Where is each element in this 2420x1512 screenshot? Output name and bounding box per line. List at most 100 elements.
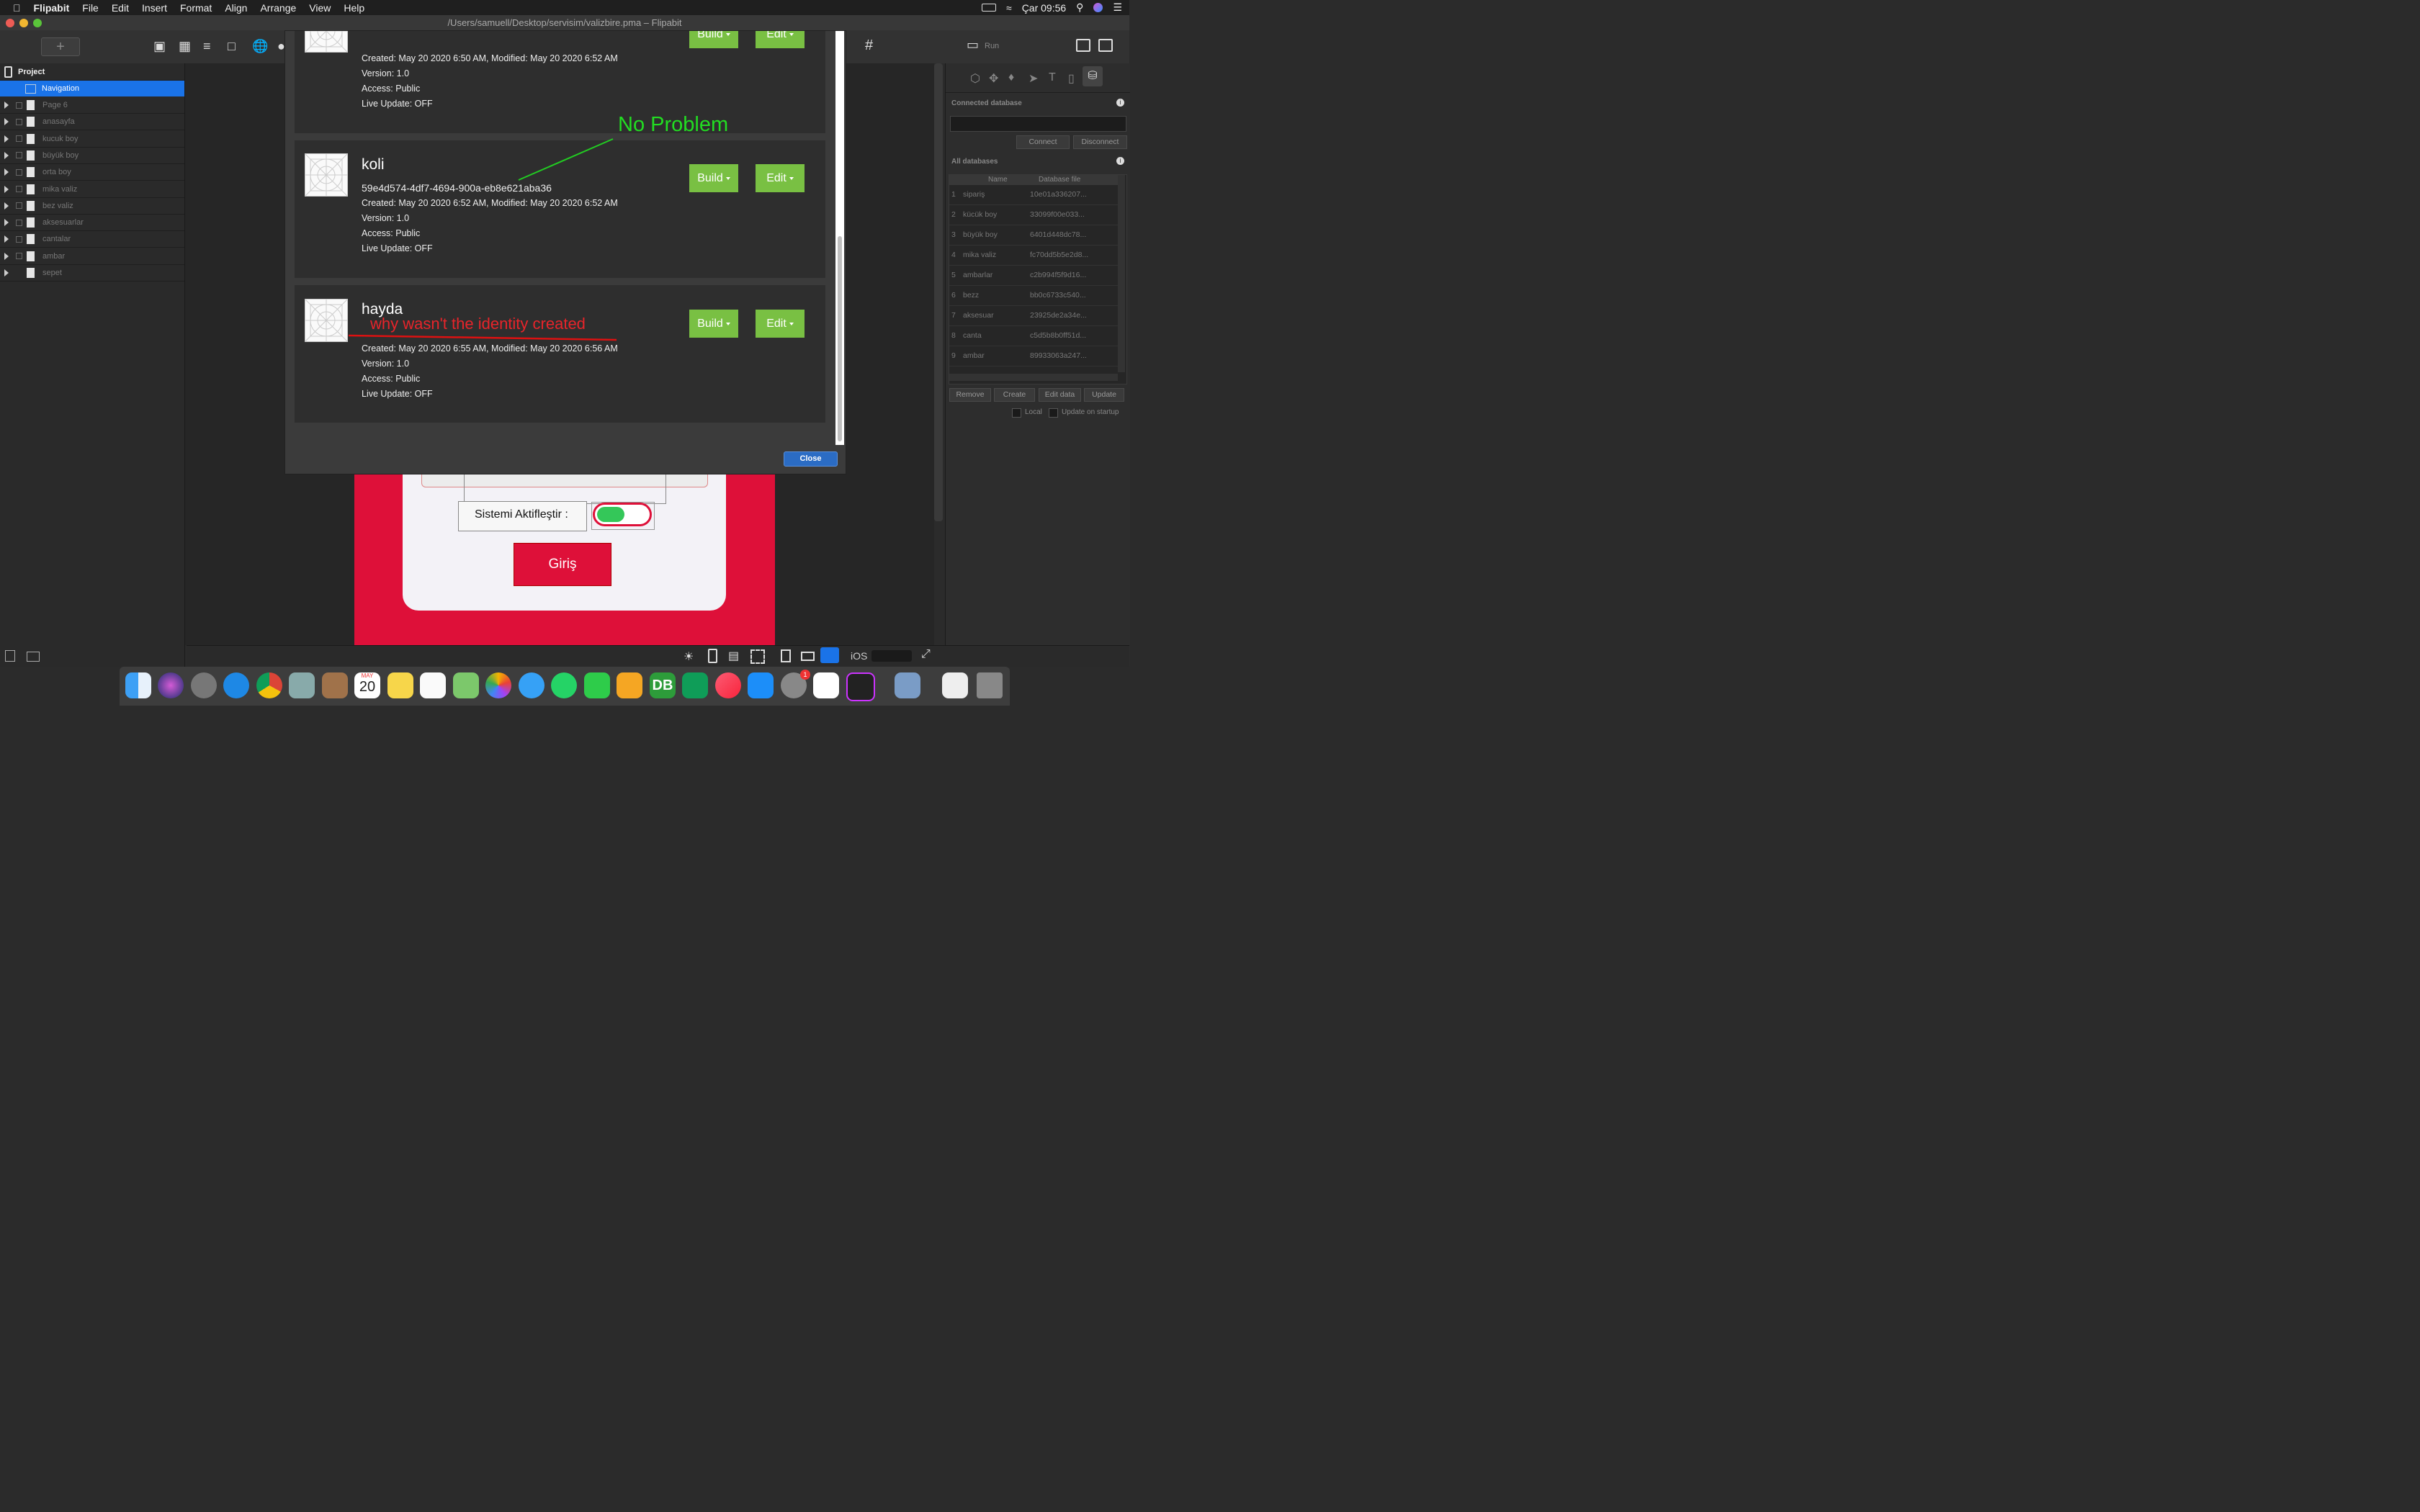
info-icon[interactable]: i: [1116, 99, 1124, 107]
messages-icon[interactable]: [519, 672, 544, 698]
local-checkbox[interactable]: [1012, 408, 1021, 418]
table-row[interactable]: 2 kücük boy 33099f00e033...: [949, 205, 1119, 225]
fill-icon[interactable]: ♦: [1008, 71, 1014, 84]
database-file: c2b994f5f9d16...: [1030, 271, 1087, 279]
platform-label[interactable]: iOS: [851, 650, 867, 662]
remove-button[interactable]: Remove: [949, 388, 991, 402]
info-icon[interactable]: i: [1116, 157, 1124, 165]
row-number: 5: [951, 271, 956, 279]
canvas-vertical-scrollbar[interactable]: [934, 63, 943, 521]
move-icon[interactable]: ✥: [989, 71, 998, 86]
column-database-file[interactable]: Database file: [1039, 176, 1080, 184]
database-file: 23925de2a34e...: [1030, 311, 1087, 320]
calendar-day: 20: [359, 679, 376, 695]
table-row[interactable]: 1 sipariş 10e01a336207...: [949, 185, 1119, 205]
dock: MAY 20 DB 1: [120, 667, 1010, 706]
database-file: bb0c6733c540...: [1030, 291, 1086, 300]
update-on-startup-checkbox[interactable]: [1049, 408, 1058, 418]
brightness-icon[interactable]: ☀: [684, 649, 694, 664]
notification-badge: 1: [800, 670, 810, 680]
edit-data-button[interactable]: Edit data: [1039, 388, 1081, 402]
table-row[interactable]: 5 ambarlar c2b994f5f9d16...: [949, 266, 1119, 286]
phone-icon[interactable]: ▯: [1068, 71, 1075, 86]
phone-preview-icon[interactable]: [708, 649, 717, 663]
table-row[interactable]: 8 canta c5d5b8b0ff51d...: [949, 326, 1119, 346]
pattern-icon[interactable]: ▤: [728, 649, 739, 663]
database-file: 10e01a336207...: [1030, 190, 1087, 199]
trash-icon[interactable]: [977, 672, 1003, 698]
music-icon[interactable]: [715, 672, 741, 698]
connect-button[interactable]: Connect: [1016, 135, 1070, 149]
table-row[interactable]: 9 ambar 89933063a247...: [949, 346, 1119, 366]
table-horizontal-scrollbar[interactable]: [949, 374, 1118, 381]
database-name: aksesuar: [963, 311, 994, 320]
launchpad-icon[interactable]: [191, 672, 217, 698]
app-icon[interactable]: [846, 672, 875, 701]
pointer-icon[interactable]: ➤: [1028, 71, 1038, 86]
downloads-icon[interactable]: [942, 672, 968, 698]
landscape-icon[interactable]: [801, 652, 815, 661]
table-row[interactable]: 6 bezz bb0c6733c540...: [949, 286, 1119, 306]
contacts-icon[interactable]: [322, 672, 348, 698]
table-vertical-scrollbar[interactable]: [1118, 175, 1125, 372]
column-name[interactable]: Name: [988, 176, 1008, 184]
connected-database-label: Connected database: [951, 99, 1022, 107]
databases-table: Name Database file 1 sipariş 10e01a336207.…: [949, 174, 1127, 384]
zoom-slider[interactable]: [871, 650, 912, 662]
database-icon[interactable]: ⛁: [1083, 66, 1103, 86]
annotation-question: why wasn't the identity created: [370, 315, 586, 333]
finder-icon[interactable]: [125, 672, 151, 698]
update-on-startup-label: Update on startup: [1062, 408, 1119, 416]
image-capture-icon[interactable]: [895, 672, 920, 698]
app-store-icon[interactable]: [748, 672, 774, 698]
siri-dock-icon[interactable]: [158, 672, 184, 698]
connected-database-field[interactable]: [950, 116, 1126, 132]
table-row[interactable]: 4 mika valiz fc70dd5b5e2d8...: [949, 246, 1119, 266]
database-name: ambarlar: [963, 271, 993, 279]
update-button[interactable]: Update: [1084, 388, 1124, 402]
firebase-icon[interactable]: [617, 672, 642, 698]
notes-icon[interactable]: [387, 672, 413, 698]
reminders-icon[interactable]: [420, 672, 446, 698]
table-row[interactable]: 3 büyük boy 6401d448dc78...: [949, 225, 1119, 246]
facetime-icon[interactable]: [584, 672, 610, 698]
preview-icon[interactable]: [289, 672, 315, 698]
devices-icon[interactable]: [820, 647, 839, 663]
table-row[interactable]: 7 aksesuar 23925de2a34e...: [949, 306, 1119, 326]
3d-cube-icon[interactable]: ⬡: [970, 71, 980, 86]
canvas-bottom-bar: ☀ ▤ iOS ⤢: [187, 645, 1129, 667]
maps-icon[interactable]: [453, 672, 479, 698]
local-label: Local: [1025, 408, 1042, 416]
portrait-icon[interactable]: [781, 649, 791, 662]
database-name: bezz: [963, 291, 980, 300]
row-number: 9: [951, 351, 956, 360]
database-file: c5d5b8b0ff51d...: [1030, 331, 1087, 340]
row-number: 4: [951, 251, 956, 259]
database-name: canta: [963, 331, 982, 340]
create-button[interactable]: Create: [994, 388, 1035, 402]
row-number: 8: [951, 331, 956, 340]
sheets-icon[interactable]: [682, 672, 708, 698]
flipabit-icon[interactable]: [813, 672, 839, 698]
row-number: 6: [951, 291, 956, 300]
safari-icon[interactable]: [223, 672, 249, 698]
calendar-icon[interactable]: MAY 20: [354, 672, 380, 698]
chrome-icon[interactable]: [256, 672, 282, 698]
database-file: fc70dd5b5e2d8...: [1030, 251, 1089, 259]
photos-icon[interactable]: [485, 672, 511, 698]
row-number: 3: [951, 230, 956, 239]
selection-icon[interactable]: [750, 649, 765, 664]
whatsapp-icon[interactable]: [551, 672, 577, 698]
row-number: 1: [951, 190, 956, 199]
database-name: mika valiz: [963, 251, 997, 259]
db-browser-icon[interactable]: DB: [650, 672, 676, 698]
database-file: 33099f00e033...: [1030, 210, 1085, 219]
database-name: sipariş: [963, 190, 985, 199]
fullscreen-icon[interactable]: ⤢: [921, 648, 931, 661]
disconnect-button[interactable]: Disconnect: [1073, 135, 1127, 149]
text-tool-icon[interactable]: T: [1049, 71, 1056, 84]
database-name: kücük boy: [963, 210, 998, 219]
database-name: büyük boy: [963, 230, 998, 239]
inspector-panel: ⬡ ✥ ♦ ➤ T ▯ ⛁ Connected database i Conne…: [945, 63, 1130, 667]
inspector-tabs: ⬡ ✥ ♦ ➤ T ▯ ⛁: [946, 63, 1130, 93]
